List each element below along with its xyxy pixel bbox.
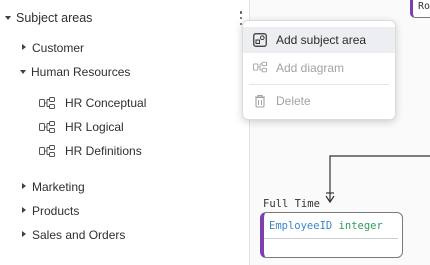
chevron-right-icon[interactable] bbox=[21, 44, 29, 52]
tree-root-subject-areas[interactable]: Subject areas bbox=[5, 11, 92, 25]
field-type: integer bbox=[338, 220, 383, 232]
entity-field: EmployeeID integer bbox=[269, 220, 383, 232]
menu-item-label: Add subject area bbox=[276, 33, 367, 47]
trash-icon bbox=[253, 94, 267, 108]
entity-partial[interactable]: Ro bbox=[410, 0, 430, 18]
chevron-right-icon[interactable] bbox=[21, 183, 29, 191]
entity-full-time[interactable]: EmployeeID integer bbox=[260, 212, 403, 258]
tree-item-label: Marketing bbox=[32, 180, 85, 194]
tree-item-hr-logical[interactable]: HR Logical bbox=[39, 120, 124, 134]
chevron-right-icon[interactable] bbox=[21, 207, 29, 215]
tree-item-sales-and-orders[interactable]: Sales and Orders bbox=[21, 228, 125, 242]
context-menu: Add subject area Add diagram Delete bbox=[242, 20, 396, 120]
tree-root-label: Subject areas bbox=[16, 11, 93, 25]
diagram-icon bbox=[39, 97, 55, 109]
diagram-icon bbox=[39, 145, 55, 157]
menu-item-label: Delete bbox=[276, 94, 311, 108]
menu-separator bbox=[249, 84, 389, 85]
diagram-icon bbox=[39, 121, 55, 133]
tree-item-label: Human Resources bbox=[31, 65, 131, 79]
chevron-down-icon[interactable] bbox=[20, 68, 28, 76]
subject-areas-tree: Subject areas Customer Human Resources H… bbox=[0, 0, 250, 265]
tree-item-marketing[interactable]: Marketing bbox=[21, 180, 85, 194]
tree-item-customer[interactable]: Customer bbox=[21, 41, 84, 55]
entity-title: Full Time bbox=[263, 198, 320, 210]
entity-partial-label: Ro bbox=[418, 1, 430, 12]
entity-divider bbox=[264, 238, 398, 239]
tree-item-label: Sales and Orders bbox=[32, 228, 126, 242]
tree-item-label: HR Conceptual bbox=[65, 96, 147, 110]
chevron-right-icon[interactable] bbox=[21, 231, 29, 239]
menu-item-add-subject-area[interactable]: Add subject area bbox=[243, 27, 395, 53]
tree-item-label: Products bbox=[32, 204, 80, 218]
tree-item-label: HR Definitions bbox=[65, 144, 142, 158]
tree-item-human-resources[interactable]: Human Resources bbox=[20, 65, 130, 79]
tree-item-products[interactable]: Products bbox=[21, 204, 79, 218]
menu-item-add-diagram[interactable]: Add diagram bbox=[243, 55, 395, 81]
chevron-down-icon[interactable] bbox=[5, 14, 13, 22]
tree-item-hr-definitions[interactable]: HR Definitions bbox=[39, 144, 142, 158]
menu-item-label: Add diagram bbox=[276, 61, 345, 75]
menu-item-delete[interactable]: Delete bbox=[243, 88, 395, 114]
diagram-icon bbox=[253, 61, 267, 75]
tree-item-label: Customer bbox=[32, 41, 85, 55]
field-name: EmployeeID bbox=[269, 220, 333, 232]
tree-item-hr-conceptual[interactable]: HR Conceptual bbox=[39, 96, 146, 110]
tree-item-label: HR Logical bbox=[65, 120, 124, 134]
subject-area-icon bbox=[253, 33, 267, 47]
